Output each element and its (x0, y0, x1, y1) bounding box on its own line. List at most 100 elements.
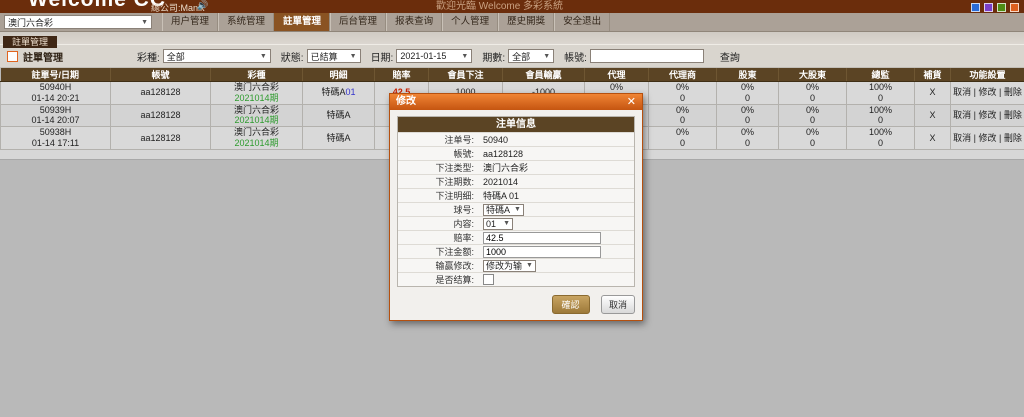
level-val: 0 (717, 115, 778, 126)
column-header: 帳號 (111, 68, 211, 82)
chevron-down-icon: ▼ (461, 53, 468, 60)
tab-4[interactable]: 报表查询 (386, 13, 442, 31)
lottery-type-select[interactable]: 澳门六合彩 ▼ (4, 15, 152, 29)
bet-id-cell: 50940H01-14 20:21 (1, 82, 111, 105)
field-row-bet-period: 下注期数:2021014 (398, 174, 634, 188)
action-modify[interactable]: 修改 (978, 87, 996, 97)
level-cell-4: 100%0 (847, 82, 915, 105)
lottery-name: 澳门六合彩 (211, 105, 302, 116)
action-modify[interactable]: 修改 (978, 110, 996, 120)
level-pct: 0% (717, 82, 778, 93)
chevron-down-icon: ▼ (514, 206, 521, 213)
detail-cell: 特碼A01 (303, 82, 375, 105)
tab-6[interactable]: 歷史開獎 (498, 13, 554, 31)
bet-amount-input-value (483, 246, 634, 258)
chevron-down-icon: ▼ (543, 53, 550, 60)
date-filter-value: 2021-01-15 (400, 51, 446, 61)
level-val: 0 (847, 138, 914, 149)
content-select[interactable]: 01▼ (483, 218, 513, 230)
tab-7[interactable]: 安全退出 (554, 13, 610, 31)
lottery-period: 2021014期 (211, 93, 302, 104)
level-pct: 0% (779, 82, 846, 93)
action-delete[interactable]: 刪除 (1004, 87, 1022, 97)
actions-cell: 取消 | 修改 | 刪除 (951, 82, 1024, 105)
detail-main: 特碼A (326, 133, 350, 143)
cancel-button[interactable]: 取消 (601, 295, 635, 314)
detail-cell: 特碼A (303, 104, 375, 127)
edit-bet-modal: 修改 ✕ 注单信息 注单号:50940帳號:aa128128下注类型:澳门六合彩… (389, 93, 643, 321)
content-select-value: 01▼ (483, 218, 634, 230)
bet-amount-input[interactable] (483, 246, 601, 258)
account-filter-label: 帳號: (564, 49, 587, 64)
ball-number-select[interactable]: 特碼A ▼ (483, 204, 524, 216)
level-pct: 100% (847, 82, 914, 93)
chevron-down-icon: ▼ (141, 19, 148, 26)
confirm-button[interactable]: 確認 (552, 295, 590, 314)
account-cell: aa128128 (111, 82, 211, 105)
field-row-account: 帳號:aa128128 (398, 146, 634, 160)
theme-color-switcher (971, 3, 1019, 12)
account-search-input[interactable] (590, 49, 704, 63)
odds-input-label: 赔率: (398, 231, 483, 244)
bet-id: 50938H (1, 127, 110, 138)
level-val: 0 (779, 138, 846, 149)
period-filter-label: 期數: (482, 49, 505, 64)
lottery-cell: 澳门六合彩2021014期 (211, 104, 303, 127)
close-icon[interactable]: ✕ (627, 94, 636, 110)
status-filter-select[interactable]: 已結算▼ (307, 49, 361, 63)
lottery-period: 2021014期 (211, 115, 302, 126)
level-cell-3: 0%0 (779, 127, 847, 150)
table-header-row: 註單号/日期帳號彩種明細賠率會員下注會員輸贏代理代理商股東大股東總監補貨功能設置 (1, 68, 1024, 82)
action-cancel[interactable]: 取消 (953, 110, 971, 120)
speaker-icon: 🔊 (197, 0, 208, 11)
tab-0[interactable]: 用户管理 (162, 13, 218, 31)
level-val: 0 (717, 93, 778, 104)
action-delete[interactable]: 刪除 (1004, 110, 1022, 120)
theme-color-3[interactable] (1010, 3, 1019, 12)
search-button[interactable]: 查詢 (716, 48, 744, 65)
lottery-name: 澳门六合彩 (211, 82, 302, 93)
action-delete[interactable]: 刪除 (1004, 133, 1022, 143)
lottery-filter-value: 全部 (167, 50, 185, 63)
ball-number-select-current: 特碼A (486, 203, 510, 216)
tab-5[interactable]: 个人管理 (442, 13, 498, 31)
winloss-modify-select[interactable]: 修改为输▼ (483, 260, 536, 272)
action-cancel[interactable]: 取消 (953, 87, 971, 97)
bet-id-label: 注单号: (398, 133, 483, 146)
field-row-winloss-modify-select: 输赢修改:修改为输▼ (398, 258, 634, 272)
period-filter-value: 全部 (512, 50, 530, 63)
tab-1[interactable]: 系统管理 (218, 13, 274, 31)
column-header: 彩種 (211, 68, 303, 82)
lottery-filter-select[interactable]: 全部▼ (163, 49, 271, 63)
theme-color-0[interactable] (971, 3, 980, 12)
odds-input[interactable] (483, 232, 601, 244)
panel-title: 註單管理 (7, 49, 127, 64)
tab-3[interactable]: 后台管理 (330, 13, 386, 31)
menu-bar: 澳门六合彩 ▼ 用户管理系统管理註單管理后台管理报表查询个人管理歷史開獎安全退出 (0, 13, 1024, 32)
level-pct: 0% (649, 127, 716, 138)
welcome-marquee: 歡迎光臨 Welcome 多彩系統 (436, 0, 563, 12)
period-filter-select[interactable]: 全部 ▼ (508, 49, 554, 63)
level-cell-1: 0%0 (649, 104, 717, 127)
restock-cell: X (915, 82, 951, 105)
theme-color-1[interactable] (984, 3, 993, 12)
settled-checkbox-value (483, 274, 634, 285)
action-cancel[interactable]: 取消 (953, 133, 971, 143)
field-row-odds-input: 赔率: (398, 230, 634, 244)
level-cell-4: 100%0 (847, 104, 915, 127)
winloss-modify-select-label: 输赢修改: (398, 259, 483, 272)
column-header: 會員輸贏 (503, 68, 585, 82)
settled-checkbox[interactable] (483, 274, 494, 285)
winloss-modify-select-value: 修改为输▼ (483, 260, 634, 272)
content-select-label: 内容: (398, 217, 483, 230)
tab-2[interactable]: 註單管理 (274, 13, 330, 31)
theme-color-2[interactable] (997, 3, 1006, 12)
level-cell-2: 0%0 (717, 127, 779, 150)
ball-number-select-value: 特碼A ▼ (483, 204, 634, 216)
restock-cell: X (915, 104, 951, 127)
chevron-down-icon: ▼ (526, 262, 533, 269)
subtab-bet-management[interactable]: 註單管理 (3, 36, 57, 48)
action-modify[interactable]: 修改 (978, 133, 996, 143)
date-filter-select[interactable]: 2021-01-15 ▼ (396, 49, 472, 63)
level-pct: 0% (779, 105, 846, 116)
